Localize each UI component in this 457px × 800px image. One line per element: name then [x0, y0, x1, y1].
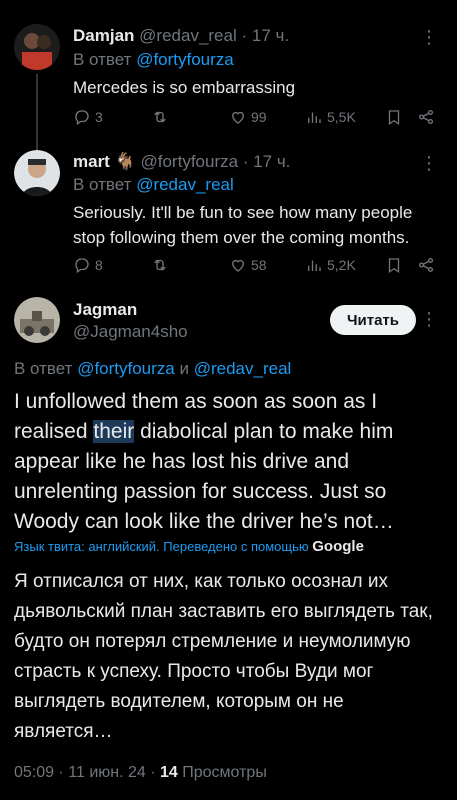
mention-link[interactable]: @fortyfourza: [77, 359, 175, 378]
view-count: 5,2K: [327, 257, 356, 273]
share-icon: [418, 109, 434, 125]
like-count: 58: [251, 257, 267, 273]
repost-icon: [154, 259, 166, 271]
view-count: 5,5K: [327, 109, 356, 125]
reply-icon: [75, 258, 89, 274]
tweet-header: Damjan @redav_real · 17 ч.: [73, 26, 289, 46]
more-icon[interactable]: ⋮: [420, 310, 439, 328]
tweet-text: Seriously. It'll be fun to see how many …: [73, 203, 413, 247]
reply-count: 8: [95, 257, 103, 273]
bookmark-button[interactable]: [385, 108, 417, 126]
share-icon: [418, 257, 434, 273]
tweet-meta: 05:09 · 11 июн. 24 · 14 Просмотры: [14, 764, 267, 782]
translation-notice[interactable]: Язык твита: английский. Переведено с пом…: [14, 538, 364, 555]
thread-line: [36, 74, 38, 140]
action-bar: 3 99 5,5K: [73, 108, 443, 126]
display-name[interactable]: Jagman: [73, 300, 137, 320]
share-button[interactable]: [417, 108, 435, 126]
like-count: 99: [251, 109, 267, 125]
views-button[interactable]: 5,2K: [305, 256, 385, 274]
reply-icon: [75, 110, 89, 126]
mention-link[interactable]: @redav_real: [136, 175, 234, 194]
tweet-header: mart 🐐 @fortyfourza · 17 ч.: [73, 152, 290, 172]
repost-button[interactable]: [151, 256, 229, 274]
views-button[interactable]: 5,5K: [305, 108, 385, 126]
goat-emoji: 🐐: [114, 152, 136, 171]
like-button[interactable]: 58: [229, 256, 305, 274]
avatar[interactable]: [14, 297, 60, 343]
timestamp[interactable]: · 17 ч.: [243, 152, 291, 171]
like-icon: [232, 111, 244, 124]
timestamp[interactable]: · 17 ч.: [241, 26, 289, 45]
timestamp[interactable]: 05:09 · 11 июн. 24 ·: [14, 764, 156, 781]
more-icon[interactable]: ⋮: [420, 28, 439, 46]
selected-word: their: [93, 420, 135, 443]
reply-context: В ответ @redav_real: [73, 175, 234, 195]
handle[interactable]: @Jagman4sho: [73, 322, 188, 342]
reply-tweet-1[interactable]: Damjan @redav_real · 17 ч. ⋮ В ответ @fo…: [0, 0, 457, 140]
views-icon: [308, 112, 321, 123]
avatar[interactable]: [14, 150, 60, 196]
mention-link[interactable]: @redav_real: [194, 359, 292, 378]
display-name[interactable]: Damjan: [73, 26, 134, 45]
display-name[interactable]: mart: [73, 152, 110, 171]
bookmark-icon: [388, 258, 400, 274]
like-icon: [232, 259, 244, 272]
action-bar: 8 58 5,2K: [73, 256, 443, 274]
share-button[interactable]: [417, 256, 435, 274]
reply-prefix: В ответ: [73, 175, 132, 194]
more-icon[interactable]: ⋮: [420, 154, 439, 172]
tweet-text: I unfollowed them as soon as soon as I r…: [14, 387, 444, 537]
translated-text: Я отписался от них, как только осознал и…: [14, 571, 433, 742]
translation-notice-text: Язык твита: английский. Переведено с пом…: [14, 539, 309, 554]
thread-line: [36, 140, 38, 150]
repost-button[interactable]: [151, 108, 229, 126]
reply-context: В ответ @fortyfourza и @redav_real: [14, 359, 291, 379]
views-label: Просмотры: [182, 764, 267, 781]
reply-context: В ответ @fortyfourza: [73, 50, 234, 70]
handle[interactable]: @redav_real: [139, 26, 237, 45]
like-button[interactable]: 99: [229, 108, 305, 126]
repost-icon: [154, 111, 166, 123]
tweet-text: Mercedes is so embarrassing: [73, 78, 296, 97]
handle[interactable]: @fortyfourza: [141, 152, 239, 171]
bookmark-icon: [388, 110, 400, 126]
views-icon: [308, 260, 321, 271]
follow-button[interactable]: Читать: [330, 305, 416, 335]
mention-link[interactable]: @fortyfourza: [136, 50, 234, 69]
reply-button[interactable]: 3: [73, 108, 151, 126]
reply-button[interactable]: 8: [73, 256, 151, 274]
reply-prefix: В ответ: [73, 50, 132, 69]
display-name-text: Jagman: [73, 300, 138, 319]
bookmark-button[interactable]: [385, 256, 417, 274]
reply-conjunction: и: [179, 359, 190, 378]
reply-count: 3: [95, 109, 103, 125]
view-count: 14: [160, 764, 178, 781]
avatar[interactable]: [14, 24, 60, 70]
reply-prefix: В ответ: [14, 359, 73, 378]
reply-tweet-2[interactable]: mart 🐐 @fortyfourza · 17 ч. ⋮ В ответ @r…: [0, 140, 457, 285]
google-logo: Google: [312, 538, 364, 555]
